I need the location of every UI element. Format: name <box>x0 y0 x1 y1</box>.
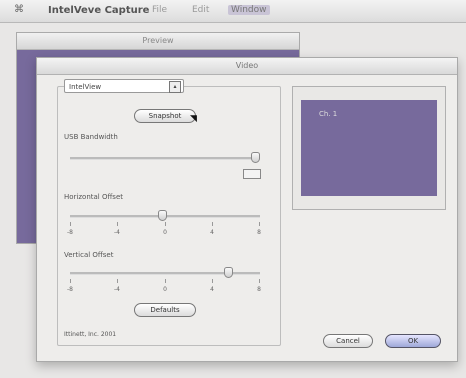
mouse-pointer-icon: ◥ <box>190 114 197 124</box>
settings-group: IntelView ▴ Snapshot ◥ USB Bandwidth Hor… <box>57 79 281 346</box>
menu-edit[interactable]: Edit <box>192 5 209 15</box>
horizontal-offset-ticks <box>70 222 260 228</box>
vertical-offset-label: Vertical Offset <box>64 251 114 259</box>
source-select-value: IntelView <box>69 83 102 91</box>
preview-window-title[interactable]: Preview <box>17 33 299 50</box>
horizontal-offset-slider[interactable] <box>158 210 167 221</box>
app-name-menu[interactable]: IntelVeve Capture <box>48 5 149 16</box>
vertical-offset-slider[interactable] <box>224 267 233 278</box>
vertical-offset-ticks <box>70 279 260 285</box>
usb-bandwidth-stepper[interactable] <box>243 169 261 179</box>
defaults-button[interactable]: Defaults <box>134 303 196 317</box>
video-dialog: Video IntelView ▴ Snapshot ◥ USB Bandwid… <box>36 57 458 362</box>
menu-file[interactable]: File <box>152 5 167 15</box>
snapshot-button[interactable]: Snapshot <box>134 109 196 123</box>
dialog-title: Video <box>37 58 457 75</box>
usb-bandwidth-label: USB Bandwidth <box>64 133 118 141</box>
video-preview: Ch. 1 <box>301 100 437 196</box>
usb-bandwidth-slider[interactable] <box>251 152 260 163</box>
horizontal-offset-label: Horizontal Offset <box>64 193 123 201</box>
ok-button[interactable]: OK <box>385 334 441 348</box>
copyright-text: Ittinett, Inc. 2001 <box>64 331 117 338</box>
select-arrows-icon: ▴ <box>169 81 181 93</box>
preview-panel: Ch. 1 <box>292 86 446 210</box>
usb-bandwidth-track <box>70 157 260 160</box>
apple-menu-icon[interactable]: ⌘ <box>14 4 24 15</box>
horizontal-offset-tick-labels: -8 -4 0 4 8 <box>67 229 261 236</box>
cancel-button[interactable]: Cancel <box>323 334 373 348</box>
source-select[interactable]: IntelView ▴ <box>64 79 184 93</box>
menu-bar: ⌘ IntelVeve Capture File Edit Window <box>0 0 466 23</box>
menu-window[interactable]: Window <box>228 5 270 15</box>
vertical-offset-tick-labels: -8 -4 0 4 8 <box>67 286 261 293</box>
channel-label: Ch. 1 <box>319 110 338 118</box>
